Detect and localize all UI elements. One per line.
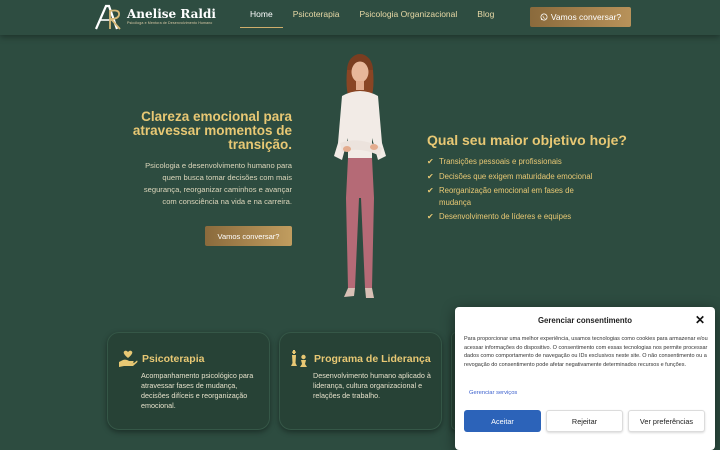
hero-cta-button[interactable]: Vamos conversar? — [205, 226, 292, 246]
nav-item-psicologia-organizacional[interactable]: Psicologia Organizacional — [349, 0, 467, 28]
check-icon: ✔ — [427, 212, 434, 221]
list-item: ✔ Transições pessoais e profissionais — [427, 156, 607, 168]
chess-pieces-icon — [291, 350, 307, 367]
consent-text: Para proporcionar uma melhor experiência… — [464, 336, 708, 368]
card-title: Programa de Liderança — [314, 353, 431, 365]
consent-buttons: Aceitar Rejeitar Ver preferências — [464, 410, 705, 432]
objective-label: Transições pessoais e profissionais — [439, 157, 562, 166]
check-icon: ✔ — [427, 157, 434, 166]
card-description: Desenvolvimento humano aplicado à lidera… — [313, 371, 431, 400]
consent-title: Gerenciar consentimento — [537, 316, 633, 325]
hero-description: Psicologia e desenvolvimento humano para… — [143, 161, 292, 206]
logo[interactable]: Anelise Raldi Psicóloga e Mentora de Des… — [93, 3, 216, 31]
nav-item-blog[interactable]: Blog — [467, 0, 504, 28]
service-card-psicoterapia[interactable]: Psicoterapia Acompanhamento psicológico … — [107, 332, 270, 430]
nav-item-psicoterapia[interactable]: Psicoterapia — [283, 0, 350, 28]
preferences-button[interactable]: Ver preferências — [628, 410, 705, 432]
list-item: ✔ Desenvolvimento de líderes e equipes — [427, 211, 607, 223]
portrait-photo — [320, 48, 400, 303]
logo-name: Anelise Raldi — [127, 7, 216, 21]
logo-text: Anelise Raldi Psicóloga e Mentora de Des… — [127, 8, 216, 26]
service-card-lideranca[interactable]: Programa de Liderança Desenvolvimento hu… — [279, 332, 442, 430]
card-title: Psicoterapia — [142, 353, 205, 365]
objective-label: Reorganização emocional em fases de muda… — [439, 186, 574, 207]
objectives-list: ✔ Transições pessoais e profissionais ✔ … — [427, 156, 607, 226]
objective-label: Decisões que exigem maturidade emocional — [439, 171, 593, 181]
card-description: Acompanhamento psicológico para atravess… — [141, 371, 254, 410]
objectives-title: Qual seu maior objetivo hoje? — [427, 132, 627, 148]
header-cta-label: Vamos conversar? — [550, 12, 622, 22]
card-header: Psicoterapia — [118, 349, 204, 369]
accept-button[interactable]: Aceitar — [464, 410, 541, 432]
whatsapp-icon — [540, 13, 548, 21]
reject-button[interactable]: Rejeitar — [546, 410, 623, 432]
card-header: Programa de Liderança — [290, 349, 431, 369]
list-item: ✔ Decisões que exigem maturidade emocion… — [427, 171, 607, 183]
logo-monogram-icon — [93, 3, 125, 31]
list-item: ✔ Reorganização emocional em fases de mu… — [427, 185, 607, 208]
check-icon: ✔ — [427, 186, 434, 195]
check-icon: ✔ — [427, 171, 434, 181]
nav-item-home[interactable]: Home — [240, 0, 283, 28]
hand-heart-icon — [119, 350, 138, 367]
consent-dialog: Gerenciar consentimento ✕ Para proporcio… — [455, 307, 715, 450]
main-nav: Home Psicoterapia Psicologia Organizacio… — [240, 0, 504, 35]
hero-title: Clareza emocional para atravessar moment… — [132, 109, 292, 152]
logo-tagline: Psicóloga e Mentora de Desenvolvimento H… — [127, 21, 213, 25]
header-cta-button[interactable]: Vamos conversar? — [530, 7, 631, 27]
objective-label: Desenvolvimento de líderes e equipes — [439, 212, 572, 221]
site-header: Anelise Raldi Psicóloga e Mentora de Des… — [0, 0, 720, 35]
manage-services-link[interactable]: Gerenciar serviços — [469, 390, 517, 396]
close-icon[interactable]: ✕ — [694, 314, 706, 326]
